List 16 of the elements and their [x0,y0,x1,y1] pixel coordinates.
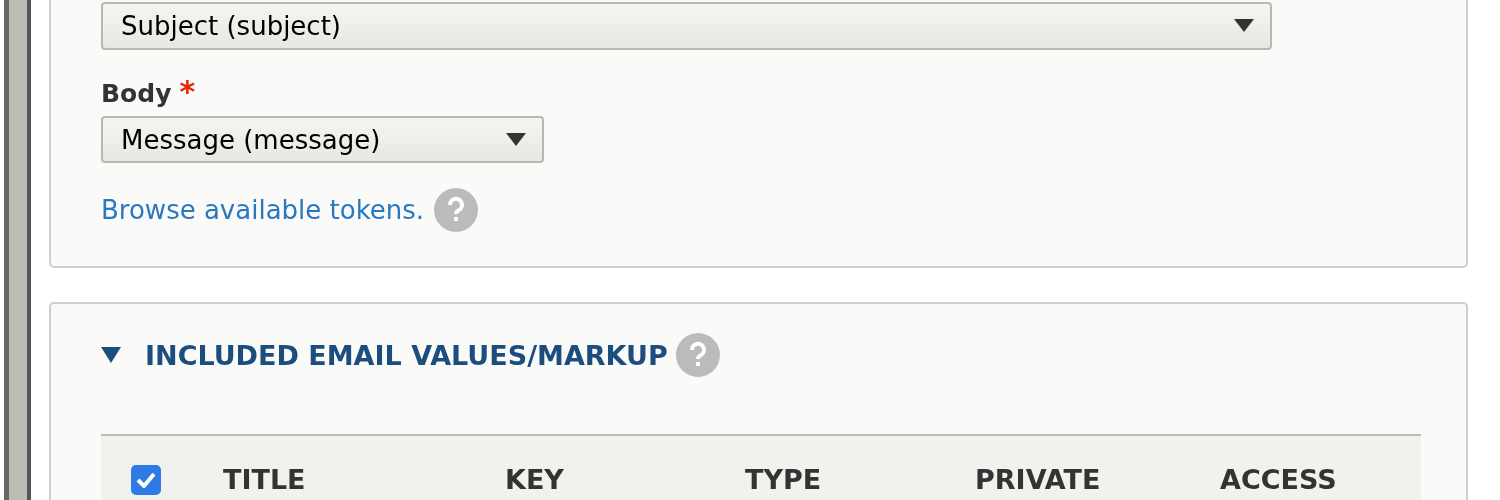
check-icon [136,471,156,488]
token-link[interactable]: Browse available tokens. [101,195,425,225]
caret-icon [1234,19,1254,33]
select-field[interactable]: Subject (subject) [101,2,1272,50]
caret-icon [506,132,526,147]
column-header[interactable]: PRIVATE [975,464,1101,495]
column-header[interactable]: KEY [505,464,564,495]
required-mark: * [179,79,196,105]
column-header[interactable]: TYPE [745,464,822,495]
field-label: Body [101,79,172,109]
select-field[interactable]: Message (message) [101,116,544,163]
section-title[interactable]: INCLUDED EMAIL VALUES/MARKUP [145,339,668,371]
select-all-checkbox[interactable] [131,464,161,495]
column-header[interactable]: ACCESS [1220,464,1337,495]
column-header[interactable]: TITLE [223,464,306,495]
collapse-icon[interactable] [101,347,121,363]
